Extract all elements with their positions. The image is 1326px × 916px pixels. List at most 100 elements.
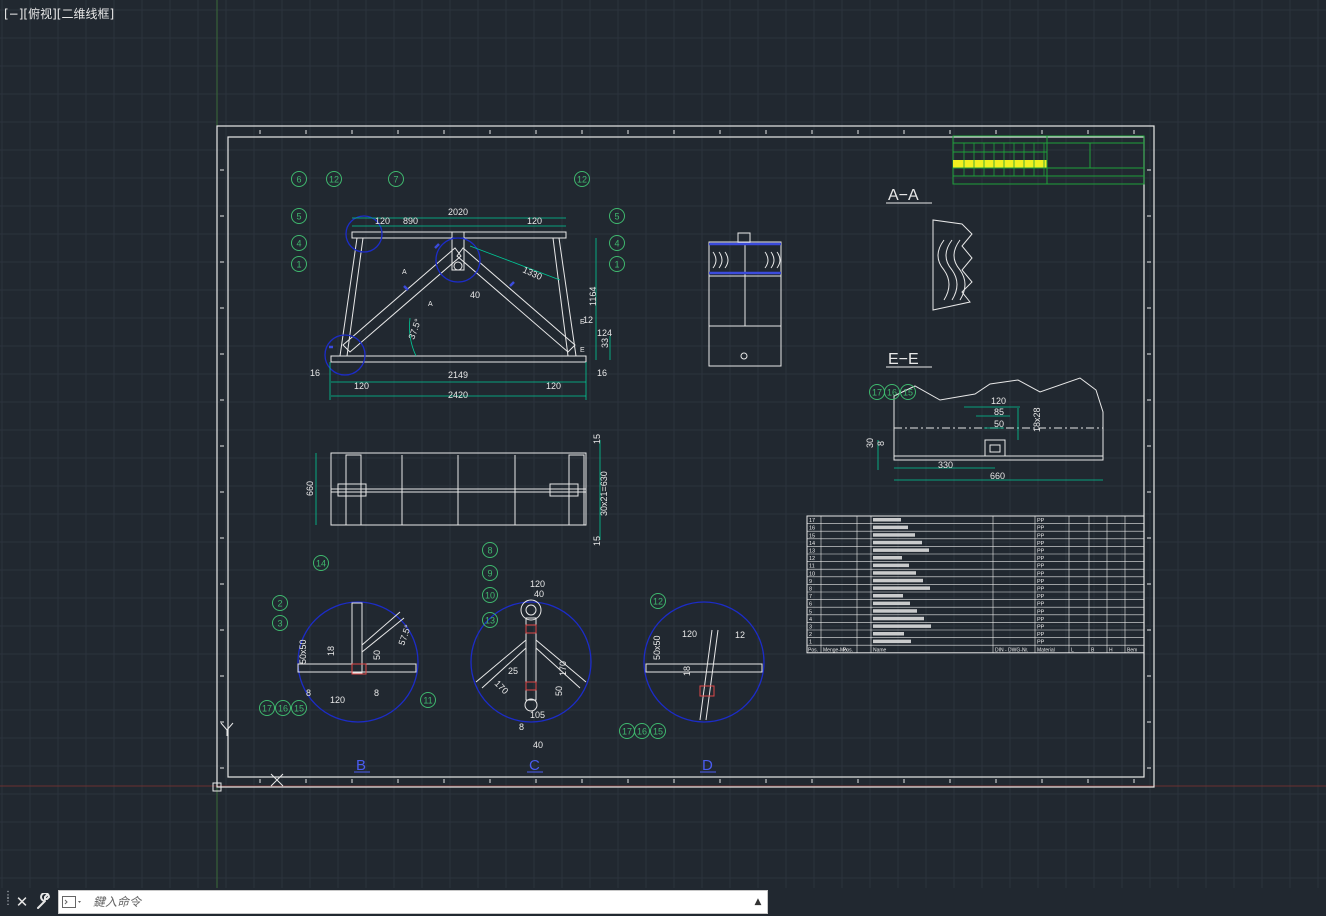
detail-c-marker-circle [435, 237, 481, 283]
bom-pos-13: 13 [809, 549, 815, 555]
balloon-12: 12 [574, 171, 590, 187]
bom-material: PP [1037, 587, 1045, 593]
svg-text:2: 2 [277, 599, 282, 609]
bom-material: PP [1037, 533, 1045, 539]
close-icon[interactable]: ✕ [14, 893, 30, 911]
balloon-2: 2 [272, 595, 288, 611]
svg-text:57.5°: 57.5° [396, 623, 413, 647]
bom-pos-12: 12 [809, 556, 815, 562]
sheet-inner-border [227, 136, 1145, 778]
svg-text:120: 120 [991, 396, 1006, 406]
svg-text:E: E [580, 347, 585, 354]
svg-text:37.5°: 37.5° [406, 317, 423, 341]
svg-text:E: E [580, 319, 585, 326]
drawing-viewport[interactable]: B C D A−A E−E 2020 120 890 120 1330 2149… [0, 0, 1326, 916]
svg-text:2149: 2149 [448, 370, 468, 380]
balloon-16: 16 [634, 723, 650, 739]
svg-text:11: 11 [423, 696, 432, 706]
bom-pos-7: 7 [809, 594, 812, 600]
bom-pos-6: 6 [809, 602, 812, 608]
svg-text:50: 50 [372, 650, 382, 660]
bom-pos-11: 11 [809, 564, 815, 570]
svg-text:16: 16 [597, 368, 607, 378]
bom-material: PP [1037, 617, 1045, 623]
svg-text:12: 12 [735, 630, 745, 640]
svg-text:1164: 1164 [588, 287, 598, 306]
svg-text:50x50: 50x50 [298, 639, 308, 664]
command-history-arrow-icon[interactable]: ▲ [753, 897, 763, 907]
command-input-box[interactable]: ▲ [58, 890, 768, 914]
balloon-4: 4 [291, 235, 307, 251]
plan-view-dimension-texts: 660 15 30x21=630 15 [305, 434, 609, 546]
detail-d-dimension-texts: 120 12 50x50 18 [652, 629, 745, 676]
bom-material: PP [1037, 632, 1045, 638]
model-space-canvas[interactable]: B C D A−A E−E 2020 120 890 120 1330 2149… [0, 0, 1326, 888]
svg-text:12: 12 [577, 175, 587, 185]
ucs-icon [212, 722, 284, 792]
bom-pos-10: 10 [809, 571, 815, 577]
grip-handle-icon[interactable]: ⋮ ⋮ [3, 891, 13, 911]
bom-material: PP [1037, 594, 1045, 600]
bom-material: PP [1037, 549, 1045, 555]
svg-text:18x28: 18x28 [1032, 407, 1042, 432]
svg-text:120: 120 [354, 381, 369, 391]
svg-text:4: 4 [296, 239, 301, 249]
bom-material: PP [1037, 541, 1045, 547]
balloon-13: 13 [482, 612, 498, 628]
svg-text:50: 50 [994, 419, 1004, 429]
balloon-1: 1 [291, 256, 307, 272]
main-view-dimension-lines [329, 217, 611, 400]
bom-material: PP [1037, 571, 1045, 577]
viewport-controls-label[interactable]: [−][俯视][二维线框] [4, 5, 114, 22]
svg-text:170: 170 [558, 661, 568, 676]
bom-pos-1: 1 [809, 640, 812, 646]
section-aa-view [886, 202, 973, 311]
svg-text:890: 890 [403, 216, 418, 226]
command-prompt-icon[interactable] [62, 896, 84, 910]
bom-header-cell: Pos. [843, 647, 853, 653]
bom-header-cell: DIN - DWG-Nr. [995, 647, 1028, 653]
svg-text:15: 15 [592, 536, 602, 546]
svg-text:105: 105 [530, 710, 545, 720]
bom-material: PP [1037, 602, 1045, 608]
balloon-7: 7 [388, 171, 404, 187]
section-ee-title: E−E [888, 351, 919, 368]
svg-text:15: 15 [592, 434, 602, 444]
bom-table: 17 PP16 PP15 PP14 PP13 PP12 PP11 PP10 PP9 PP8 PP7 P… [806, 515, 1145, 654]
svg-text:7: 7 [393, 175, 398, 185]
svg-text:1: 1 [296, 260, 301, 270]
detail-b-marker-circle [324, 334, 366, 376]
bom-pos-3: 3 [809, 625, 812, 631]
svg-text:3: 3 [277, 619, 282, 629]
svg-text:17: 17 [262, 704, 272, 714]
main-view-dimension-texts: 2020 120 890 120 1330 2149 120 120 2420 … [310, 207, 612, 400]
command-input[interactable] [93, 891, 733, 913]
svg-text:15: 15 [903, 388, 913, 398]
balloon-4: 4 [609, 235, 625, 251]
balloon-15: 15 [650, 723, 666, 739]
svg-text:25: 25 [508, 666, 518, 676]
wrench-icon[interactable] [35, 893, 53, 911]
balloon-11: 11 [420, 692, 436, 708]
svg-text:120: 120 [330, 695, 345, 705]
bom-material: PP [1037, 640, 1045, 646]
bom-material: PP [1037, 518, 1045, 524]
svg-text:1330: 1330 [521, 265, 543, 282]
svg-text:8: 8 [519, 722, 524, 732]
section-aa-title: A−A [888, 187, 919, 204]
svg-text:170: 170 [493, 678, 511, 696]
svg-text:120: 120 [527, 216, 542, 226]
bom-header-cell: H [1109, 647, 1113, 653]
bom-pos-8: 8 [809, 587, 812, 593]
svg-text:85: 85 [994, 407, 1004, 417]
svg-text:2420: 2420 [448, 390, 468, 400]
svg-text:5: 5 [296, 212, 301, 222]
svg-text:16: 16 [637, 727, 647, 737]
svg-text:660: 660 [305, 481, 315, 496]
detail-b-label: B [356, 757, 366, 774]
svg-text:50: 50 [554, 686, 564, 696]
bom-pos-16: 16 [809, 526, 815, 532]
bom-pos-15: 15 [809, 533, 815, 539]
svg-text:40: 40 [534, 589, 544, 599]
svg-text:33: 33 [600, 338, 610, 348]
